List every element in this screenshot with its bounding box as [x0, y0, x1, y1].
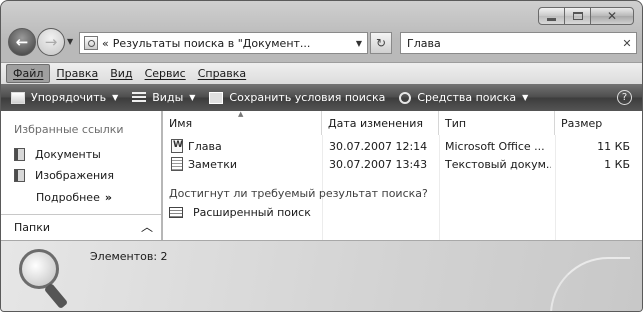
minimize-button[interactable]	[538, 7, 565, 25]
back-button[interactable]: ←	[8, 28, 36, 56]
close-icon: ✕	[606, 9, 618, 23]
address-dropdown-icon[interactable]: ▼	[351, 39, 367, 48]
help-button[interactable]: ?	[617, 90, 632, 105]
address-bar[interactable]: « Результаты поиска в "Документ... ▼	[79, 32, 368, 54]
save-search-button[interactable]: Сохранить условия поиска	[209, 91, 385, 104]
search-feedback-prompt: Достигнут ли требуемый результат поиска?	[169, 187, 428, 200]
column-header-date[interactable]: Дата изменения	[322, 111, 439, 135]
word-document-icon	[171, 139, 183, 153]
file-size: 11 КБ	[597, 140, 630, 153]
navigation-pane: Избранные ссылки Документы Изображения П…	[1, 111, 162, 240]
pictures-icon	[14, 169, 25, 182]
file-list: ▲ Имя Дата изменения Тип Размер Глава 30…	[163, 110, 642, 240]
search-tools-button[interactable]: Средства поиска ▼	[399, 91, 528, 104]
search-value: Глава	[407, 36, 441, 50]
advanced-search-label: Расширенный поиск	[193, 206, 311, 219]
refresh-button[interactable]: ↻	[370, 32, 392, 54]
file-size: 1 КБ	[604, 158, 630, 171]
arrow-right-icon: →	[44, 33, 58, 51]
organize-button[interactable]: Упорядочить ▼	[11, 91, 118, 104]
nav-link-pictures[interactable]: Изображения	[14, 169, 114, 182]
menu-tools[interactable]: Сервис	[139, 65, 192, 82]
double-chevron-icon: »	[104, 191, 112, 204]
nav-more-label: Подробнее	[36, 191, 100, 204]
views-button[interactable]: Виды ▼	[132, 91, 195, 104]
chevron-up-icon: ︿	[140, 220, 153, 234]
arrow-left-icon: ←	[15, 33, 29, 51]
explorer-window: ✕ ← → ▼ « Результаты поиска в "Документ.…	[0, 0, 643, 312]
file-name: Глава	[188, 140, 222, 153]
dropdown-arrow-icon: ▼	[522, 93, 529, 102]
help-icon: ?	[621, 92, 628, 103]
column-header-type[interactable]: Тип	[439, 111, 555, 135]
file-name: Заметки	[188, 158, 238, 171]
favorite-links-title: Избранные ссылки	[14, 123, 124, 136]
forward-button[interactable]: →	[37, 28, 65, 56]
refresh-icon: ↻	[375, 36, 387, 50]
close-button[interactable]: ✕	[590, 7, 634, 25]
maximize-button[interactable]	[564, 7, 591, 25]
maximize-icon	[572, 12, 583, 20]
folders-label: Папки	[14, 220, 50, 234]
decorative-swirl	[550, 257, 630, 311]
recent-pages-dropdown[interactable]: ▼	[67, 37, 73, 46]
search-tools-icon	[399, 91, 412, 104]
magnifier-icon	[15, 247, 75, 310]
search-input[interactable]: Глава ✕	[400, 32, 637, 54]
file-date: 30.07.2007 13:43	[329, 158, 428, 171]
clear-search-icon[interactable]: ✕	[618, 37, 636, 50]
file-date: 30.07.2007 12:14	[329, 140, 428, 153]
menu-file[interactable]: Файл	[6, 64, 51, 83]
column-header-label: Размер	[561, 116, 603, 130]
window-controls: ✕	[538, 7, 634, 25]
save-search-label: Сохранить условия поиска	[229, 91, 386, 104]
nav-link-label: Документы	[35, 148, 101, 161]
menu-help[interactable]: Справка	[192, 65, 252, 82]
command-bar: Упорядочить ▼ Виды ▼ Сохранить условия п…	[1, 84, 642, 111]
nav-link-label: Изображения	[35, 169, 114, 182]
file-type: Microsoft Office ...	[445, 140, 545, 153]
column-header-size[interactable]: Размер	[555, 111, 642, 135]
advanced-search-link[interactable]: Расширенный поиск	[169, 206, 311, 219]
menu-bar: Файл Правка Вид Сервис Справка	[1, 62, 642, 84]
nav-more-link[interactable]: Подробнее »	[36, 191, 112, 204]
dropdown-arrow-icon: ▼	[189, 93, 196, 102]
views-label: Виды	[152, 91, 184, 104]
address-text: Результаты поиска в "Документ...	[112, 36, 311, 50]
table-row[interactable]: Заметки 30.07.2007 13:43 Текстовый докум…	[163, 156, 642, 174]
column-header-label: Дата изменения	[328, 116, 423, 130]
details-pane: Элементов: 2	[1, 240, 642, 311]
menu-edit[interactable]: Правка	[50, 65, 104, 82]
dropdown-arrow-icon: ▼	[112, 93, 119, 102]
file-type: Текстовый докум...	[445, 158, 551, 171]
menu-view[interactable]: Вид	[104, 65, 138, 82]
organize-icon	[11, 91, 25, 104]
text-document-icon	[171, 157, 183, 171]
item-count: Элементов: 2	[90, 250, 168, 263]
table-row[interactable]: Глава 30.07.2007 12:14 Microsoft Office …	[163, 138, 642, 156]
breadcrumb-overflow[interactable]: «	[102, 37, 109, 50]
search-tools-label: Средства поиска	[417, 91, 517, 104]
views-icon	[132, 91, 147, 104]
minimize-icon	[547, 17, 556, 21]
documents-icon	[14, 148, 25, 161]
search-results-icon	[84, 36, 98, 50]
nav-link-documents[interactable]: Документы	[14, 148, 101, 161]
advanced-search-icon	[169, 207, 183, 218]
organize-label: Упорядочить	[31, 91, 107, 104]
column-header-label: Имя	[169, 116, 193, 130]
folders-toggle[interactable]: Папки ︿	[1, 214, 161, 239]
sort-ascending-icon: ▲	[238, 110, 244, 118]
save-icon	[209, 91, 224, 104]
column-header-label: Тип	[445, 116, 467, 130]
column-header-name[interactable]: ▲ Имя	[163, 110, 322, 135]
